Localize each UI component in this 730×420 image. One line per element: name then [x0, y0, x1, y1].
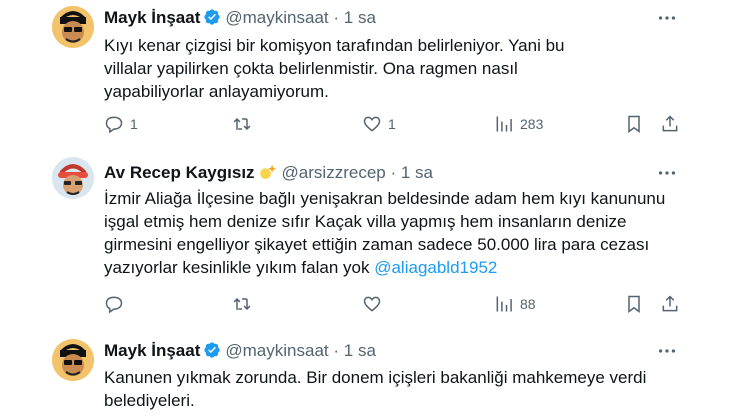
- separator-dot: ·: [390, 163, 397, 182]
- bookmark-icon: [628, 295, 640, 313]
- avatar[interactable]: [52, 6, 94, 48]
- tweet-3[interactable]: Mayk İnşaat @maykinsaat · 1 sa Kanunen yı…: [0, 325, 730, 420]
- separator-dot: ·: [333, 8, 340, 27]
- like-count: 1: [388, 116, 396, 132]
- timestamp[interactable]: 1 sa: [344, 8, 376, 27]
- author-name[interactable]: Mayk İnşaat: [104, 341, 200, 360]
- tweet-1[interactable]: Mayk İnşaat @maykinsaat · 1 sa Kıyı kenar…: [0, 0, 730, 145]
- like-icon: [363, 296, 381, 312]
- mention-link[interactable]: @aliagabld1952: [374, 258, 497, 277]
- timestamp[interactable]: 1 sa: [344, 341, 376, 360]
- author-name[interactable]: Mayk İnşaat: [104, 8, 200, 27]
- retweet-icon: [233, 117, 251, 131]
- views-count: 283: [520, 116, 544, 132]
- share-button[interactable]: [660, 292, 680, 316]
- author-name[interactable]: Av Recep Kaygısız: [104, 163, 255, 182]
- more-icon[interactable]: [656, 7, 678, 29]
- avatar-image: [52, 339, 94, 381]
- retweet-icon: [233, 297, 251, 311]
- retweet-button[interactable]: [232, 112, 258, 136]
- bookmark-button[interactable]: [624, 112, 644, 136]
- avatar[interactable]: [52, 157, 94, 199]
- timestamp[interactable]: 1 sa: [401, 163, 433, 182]
- like-icon: [363, 116, 381, 132]
- reply-button[interactable]: 1: [104, 112, 138, 136]
- views-icon: [496, 296, 512, 312]
- like-button[interactable]: [362, 292, 388, 316]
- views-icon: [496, 116, 512, 132]
- tweet-text: Kıyı kenar çizgisi bir komişyon tarafınd…: [104, 36, 565, 101]
- sparkle-emoji-icon: [258, 163, 278, 187]
- separator-dot: ·: [333, 341, 340, 360]
- more-icon[interactable]: [656, 162, 678, 184]
- avatar[interactable]: [52, 339, 94, 381]
- like-button[interactable]: 1: [362, 112, 396, 136]
- avatar-image: [52, 157, 94, 199]
- retweet-button[interactable]: [232, 292, 258, 316]
- views-button[interactable]: 88: [494, 292, 536, 316]
- verified-badge-icon: [203, 8, 221, 32]
- author-handle[interactable]: @maykinsaat: [225, 8, 328, 27]
- author-handle[interactable]: @maykinsaat: [225, 341, 328, 360]
- tweet-text: Kanunen yıkmak zorunda. Bir donem içişle…: [104, 368, 647, 410]
- share-button[interactable]: [660, 112, 680, 136]
- views-button[interactable]: 283: [494, 112, 543, 136]
- reply-button[interactable]: [104, 292, 130, 316]
- reply-icon: [105, 296, 123, 314]
- more-icon[interactable]: [656, 340, 678, 362]
- verified-badge-icon: [203, 341, 221, 365]
- avatar-image: [52, 6, 94, 48]
- author-handle[interactable]: @arsizzrecep: [282, 163, 386, 182]
- tweet-2[interactable]: Av Recep Kaygısız @arsizzrecep · 1 sa İzm…: [0, 145, 730, 325]
- tweet-text: İzmir Aliağa İlçesine bağlı yenişakran b…: [104, 187, 694, 279]
- share-icon: [662, 295, 678, 312]
- bookmark-icon: [628, 115, 640, 133]
- share-icon: [662, 115, 678, 132]
- views-count: 88: [520, 296, 536, 312]
- reply-icon: [105, 116, 123, 134]
- bookmark-button[interactable]: [624, 292, 644, 316]
- reply-count: 1: [130, 116, 138, 132]
